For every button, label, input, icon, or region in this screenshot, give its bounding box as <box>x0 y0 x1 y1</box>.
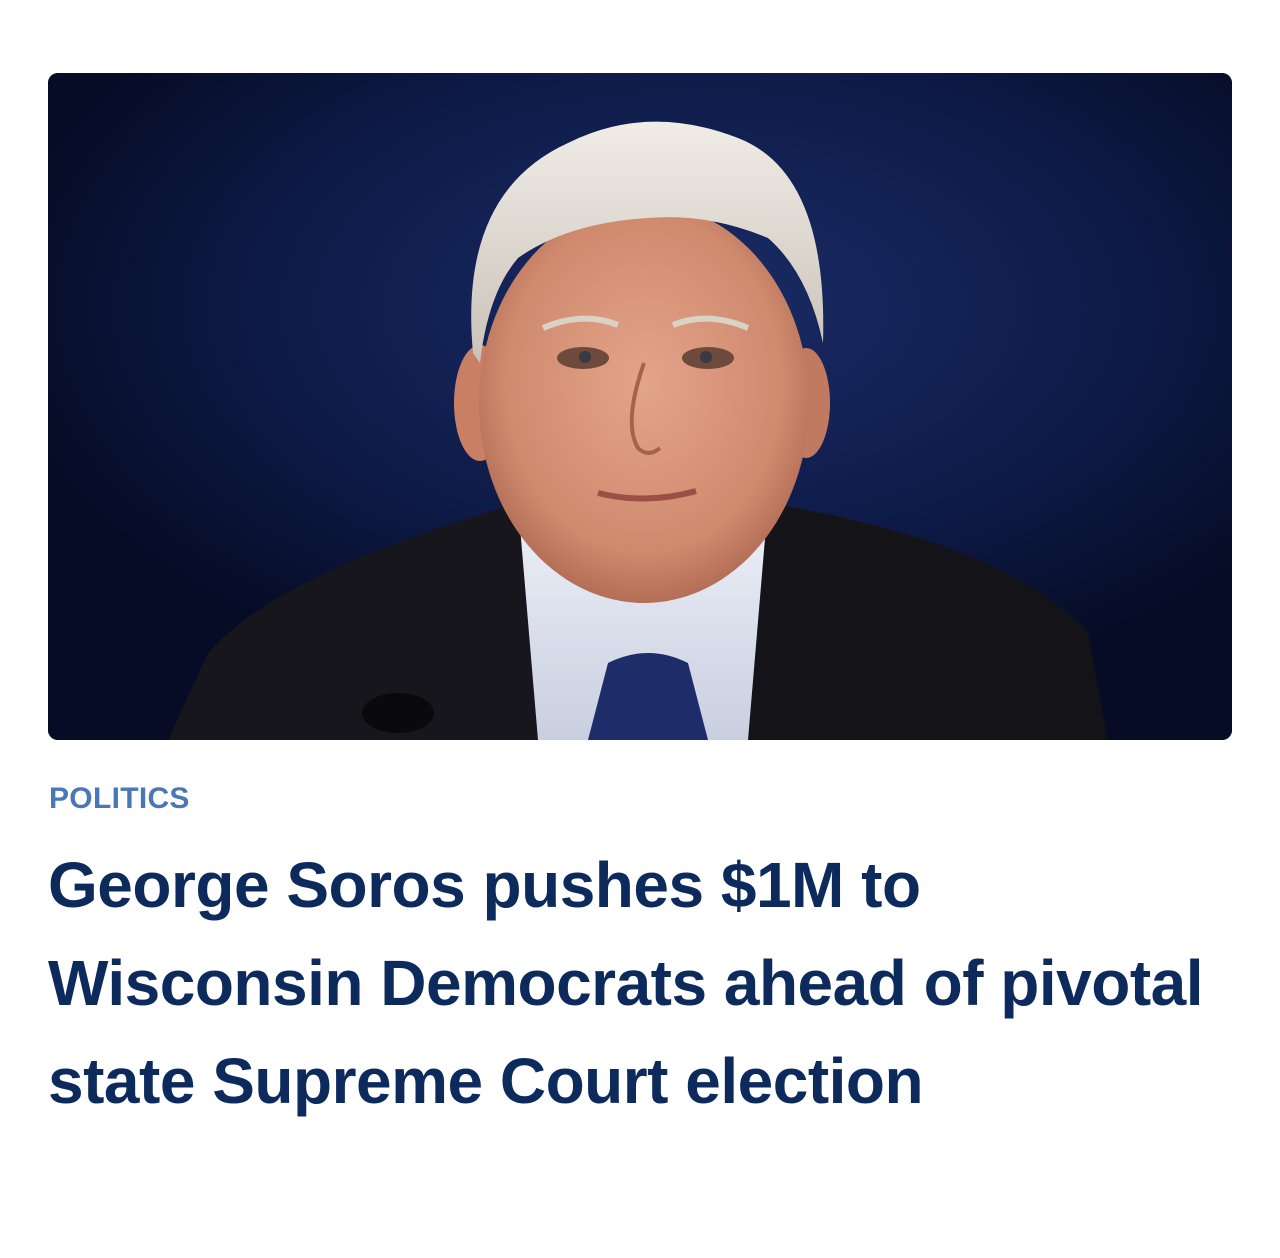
portrait-photo <box>48 73 1232 740</box>
article-card[interactable]: POLITICS George Soros pushes $1M to Wisc… <box>0 0 1280 1258</box>
article-hero-image[interactable] <box>48 73 1232 740</box>
article-headline[interactable]: George Soros pushes $1M to Wisconsin Dem… <box>48 836 1238 1130</box>
article-category[interactable]: POLITICS <box>49 782 190 816</box>
